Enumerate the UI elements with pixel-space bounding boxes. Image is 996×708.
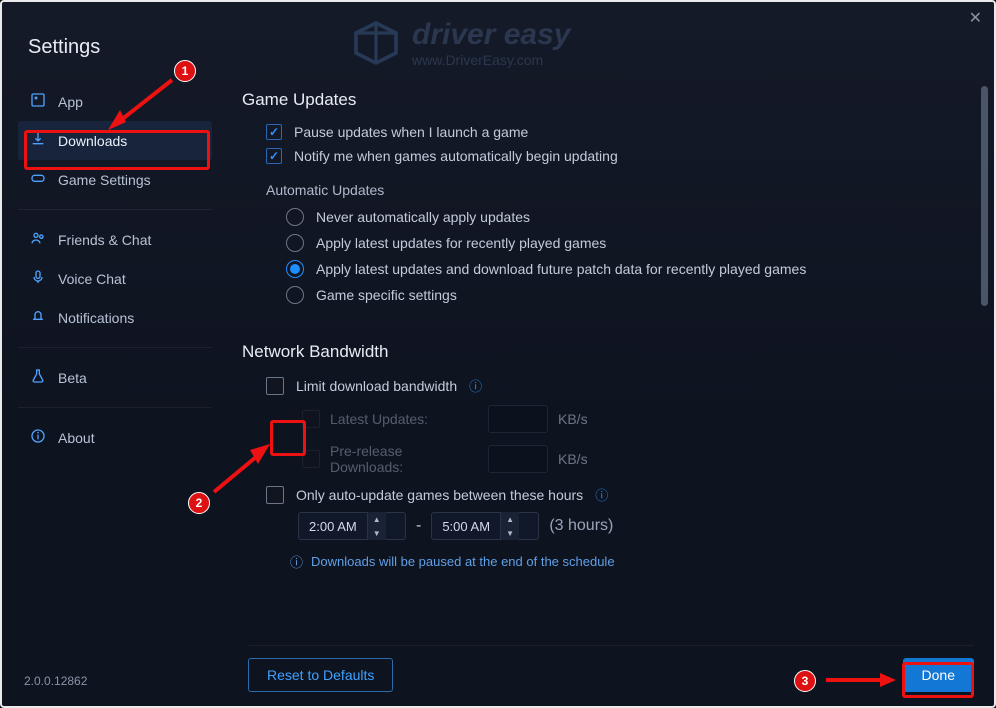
sidebar-item-about[interactable]: About — [18, 418, 212, 457]
latest-updates-label: Latest Updates: — [330, 411, 478, 427]
close-icon[interactable]: ✕ — [969, 8, 982, 28]
radio-icon[interactable] — [286, 286, 304, 304]
radio-icon[interactable] — [286, 260, 304, 278]
watermark-brand: driver easy — [412, 18, 570, 52]
chevron-up-icon[interactable]: ▲ — [368, 512, 386, 526]
auto-update-option[interactable]: Never automatically apply updates — [286, 208, 974, 226]
time-sep: - — [416, 517, 421, 535]
sidebar-item-label: Friends & Chat — [58, 232, 151, 248]
sidebar-item-downloads[interactable]: Downloads — [18, 121, 212, 160]
radio-label: Game specific settings — [316, 287, 457, 303]
hours-duration: (3 hours) — [549, 517, 613, 535]
annot-badge-1: 1 — [174, 60, 196, 82]
sidebar-item-voice[interactable]: Voice Chat — [18, 259, 212, 298]
time-to-value: 5:00 AM — [432, 519, 500, 534]
radio-label: Apply latest updates for recently played… — [316, 235, 606, 251]
main-content: Game Updates Pause updates when I launch… — [242, 82, 974, 646]
unit-label: KB/s — [558, 411, 588, 427]
prerelease-input — [488, 445, 548, 473]
sidebar-item-label: App — [58, 94, 83, 110]
sidebar-item-notif[interactable]: Notifications — [18, 298, 212, 337]
app-icon — [30, 92, 46, 111]
sidebar-item-label: Beta — [58, 370, 87, 386]
bell-icon — [30, 308, 46, 327]
done-button[interactable]: Done — [903, 658, 974, 692]
radio-label: Never automatically apply updates — [316, 209, 530, 225]
sidebar-item-label: About — [58, 430, 95, 446]
help-icon[interactable]: ⓘ — [469, 376, 482, 395]
notify-updates-label: Notify me when games automatically begin… — [294, 148, 618, 164]
watermark-url: www.DriverEasy.com — [412, 52, 570, 68]
sidebar-divider — [18, 407, 212, 408]
pause-updates-label: Pause updates when I launch a game — [294, 124, 528, 140]
radio-icon[interactable] — [286, 234, 304, 252]
prerelease-checkbox — [302, 450, 320, 468]
sidebar-divider — [18, 347, 212, 348]
sidebar-item-label: Notifications — [58, 310, 134, 326]
sidebar: App Downloads Game Settings Friends & Chat V… — [18, 82, 212, 457]
watermark: driver easy www.DriverEasy.com — [352, 18, 570, 68]
prerelease-label: Pre-release Downloads: — [330, 443, 478, 475]
unit-label-2: KB/s — [558, 451, 588, 467]
radio-icon[interactable] — [286, 208, 304, 226]
limit-bandwidth-checkbox[interactable] — [266, 377, 284, 395]
page-title: Settings — [28, 36, 100, 59]
gamepad-icon — [30, 170, 46, 189]
flask-icon — [30, 368, 46, 387]
mic-icon — [30, 269, 46, 288]
friends-icon — [30, 230, 46, 249]
reset-button[interactable]: Reset to Defaults — [248, 658, 393, 692]
sidebar-item-label: Game Settings — [58, 172, 151, 188]
info-icon — [30, 428, 46, 447]
chevron-up-icon[interactable]: ▲ — [501, 512, 519, 526]
pause-updates-checkbox[interactable] — [266, 124, 282, 140]
chevron-down-icon[interactable]: ▼ — [368, 526, 386, 540]
time-from-value: 2:00 AM — [299, 519, 367, 534]
time-to-stepper[interactable]: 5:00 AM ▲ ▼ — [431, 512, 539, 540]
footer: Reset to Defaults Done — [248, 645, 974, 692]
hours-label: Only auto-update games between these hou… — [296, 487, 583, 503]
latest-updates-checkbox — [302, 410, 320, 428]
notify-updates-checkbox[interactable] — [266, 148, 282, 164]
radio-label: Apply latest updates and download future… — [316, 261, 806, 277]
version-label: 2.0.0.12862 — [24, 674, 87, 688]
latest-updates-input — [488, 405, 548, 433]
sidebar-item-label: Voice Chat — [58, 271, 126, 287]
scrollbar-thumb[interactable] — [981, 86, 988, 306]
chevron-down-icon[interactable]: ▼ — [501, 526, 519, 540]
auto-update-option[interactable]: Apply latest updates and download future… — [286, 260, 974, 278]
auto-update-option[interactable]: Game specific settings — [286, 286, 974, 304]
annot-badge-2: 2 — [188, 492, 210, 514]
hours-checkbox[interactable] — [266, 486, 284, 504]
sidebar-item-game[interactable]: Game Settings — [18, 160, 212, 199]
auto-update-option[interactable]: Apply latest updates for recently played… — [286, 234, 974, 252]
settings-window: ✕ driver easy www.DriverEasy.com Setting… — [0, 0, 996, 708]
sidebar-item-app[interactable]: App — [18, 82, 212, 121]
time-from-stepper[interactable]: 2:00 AM ▲ ▼ — [298, 512, 406, 540]
schedule-note: Downloads will be paused at the end of t… — [311, 554, 615, 569]
scrollbar-track[interactable] — [978, 82, 988, 702]
sidebar-item-friends[interactable]: Friends & Chat — [18, 220, 212, 259]
sidebar-item-label: Downloads — [58, 133, 127, 149]
download-icon — [30, 131, 46, 150]
section-heading-game-updates: Game Updates — [242, 90, 974, 110]
watermark-logo-icon — [352, 19, 400, 67]
sidebar-divider — [18, 209, 212, 210]
limit-bandwidth-label: Limit download bandwidth — [296, 378, 457, 394]
section-heading-bandwidth: Network Bandwidth — [242, 342, 974, 362]
sidebar-item-beta[interactable]: Beta — [18, 358, 212, 397]
auto-updates-subheading: Automatic Updates — [266, 182, 974, 198]
info-icon: ⓘ — [290, 552, 303, 571]
help-icon-2[interactable]: ⓘ — [595, 485, 608, 504]
